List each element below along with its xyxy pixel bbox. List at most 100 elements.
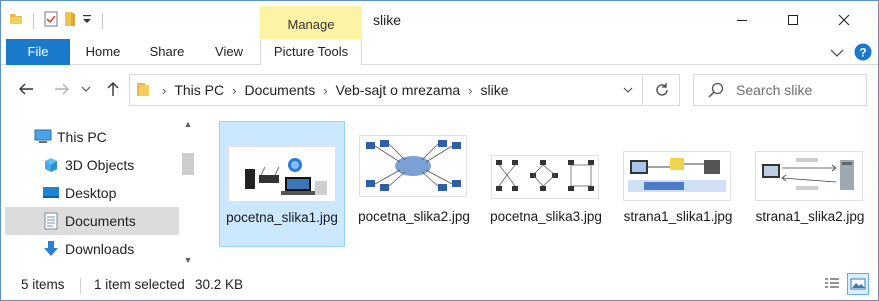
status-bar: 5 items 1 item selected 30.2 KB	[1, 271, 878, 300]
new-folder-icon[interactable]	[64, 11, 76, 30]
scroll-up-icon[interactable]: ▲	[180, 117, 196, 131]
search-icon	[708, 82, 724, 98]
up-arrow-icon	[107, 82, 119, 96]
selection-count: 1 item selected	[94, 277, 185, 292]
nav-item-documents[interactable]: Documents	[5, 207, 179, 235]
nav-scrollbar[interactable]: ▲ ▼	[180, 113, 196, 271]
tab-home[interactable]: Home	[77, 39, 129, 65]
image-thumbnail	[623, 151, 731, 201]
file-item[interactable]: pocetna_slika3.jpg	[483, 121, 609, 247]
maximize-button[interactable]	[770, 1, 816, 39]
computer-icon	[33, 128, 53, 146]
ribbon-tabs: File Home Share View Picture Tools ?	[1, 39, 878, 65]
file-name: pocetna_slika2.jpg	[358, 209, 470, 224]
file-item[interactable]: strana1_slika2.jpg	[747, 121, 873, 247]
address-bar[interactable]: › This PC › Documents › Veb-sajt o mreza…	[129, 74, 643, 106]
image-thumbnail	[491, 155, 599, 199]
breadcrumb-separator: ›	[323, 82, 328, 98]
file-item[interactable]: strana1_slika1.jpg	[615, 121, 741, 247]
breadcrumb-veb-sajt[interactable]: Veb-sajt o mrezama	[336, 82, 461, 98]
documents-icon	[41, 212, 61, 230]
forward-button[interactable]	[51, 78, 73, 100]
image-thumbnail	[228, 146, 336, 202]
refresh-icon	[655, 83, 668, 96]
chevron-down-icon	[623, 87, 633, 93]
folder-icon	[136, 81, 150, 100]
title-bar: Manage slike	[1, 1, 878, 39]
nav-item-3d-objects[interactable]: 3D Objects	[5, 151, 179, 179]
selection-size: 30.2 KB	[195, 277, 244, 292]
forward-arrow-icon	[55, 83, 69, 95]
expand-ribbon-icon[interactable]	[830, 46, 844, 61]
breadcrumb-slike[interactable]: slike	[480, 82, 508, 98]
scroll-down-icon[interactable]: ▼	[180, 253, 196, 267]
nav-item-downloads[interactable]: Downloads	[5, 235, 179, 263]
manage-context-tab[interactable]: Manage	[260, 6, 362, 39]
nav-item-this-pc[interactable]: This PC	[5, 123, 179, 151]
tab-share[interactable]: Share	[142, 39, 192, 65]
image-thumbnail	[359, 135, 467, 197]
recent-locations-button[interactable]	[79, 78, 93, 100]
ribbon-right-controls: ?	[830, 43, 872, 64]
toolbar-divider	[33, 12, 34, 29]
scrollbar-thumb[interactable]	[182, 153, 194, 175]
nav-label: 3D Objects	[65, 157, 135, 173]
nav-label: Documents	[65, 213, 136, 229]
file-name: strana1_slika1.jpg	[623, 209, 733, 224]
details-view-button[interactable]	[821, 273, 843, 295]
nav-item-desktop[interactable]: Desktop	[5, 179, 179, 207]
explorer-window: Manage slike File Home Share View Pictur…	[0, 0, 879, 301]
folder-icon	[9, 12, 23, 29]
back-arrow-icon	[19, 83, 33, 95]
close-button[interactable]	[821, 1, 867, 39]
details-view-icon	[825, 278, 839, 288]
breadcrumb-separator: ›	[162, 82, 167, 98]
breadcrumb-separator: ›	[232, 82, 237, 98]
image-thumbnail	[755, 151, 863, 201]
minimize-button[interactable]	[719, 1, 765, 39]
close-icon	[838, 14, 850, 26]
nav-label: This PC	[57, 129, 107, 145]
large-icons-view-button[interactable]	[847, 273, 869, 295]
file-list: pocetna_slika1.jpg pocetna_slika2.jpg po…	[197, 113, 878, 271]
manage-label: Manage	[287, 17, 335, 32]
search-placeholder: Search slike	[736, 82, 813, 98]
file-name: pocetna_slika3.jpg	[490, 209, 602, 224]
breadcrumb-separator: ›	[468, 82, 473, 98]
file-name: strana1_slika2.jpg	[755, 209, 865, 224]
refresh-button[interactable]	[644, 74, 680, 106]
breadcrumb-this-pc[interactable]: This PC	[174, 82, 224, 98]
large-icons-view-icon	[850, 278, 866, 290]
properties-icon[interactable]	[44, 11, 58, 30]
desktop-icon	[41, 184, 61, 202]
address-dropdown-button[interactable]	[614, 75, 642, 105]
quick-access-toolbar	[9, 11, 107, 30]
search-box[interactable]: Search slike	[693, 74, 867, 106]
back-button[interactable]	[15, 78, 37, 100]
chevron-down-icon	[81, 86, 91, 92]
up-button[interactable]	[102, 78, 124, 100]
minimize-icon	[737, 20, 747, 21]
breadcrumb: › This PC › Documents › Veb-sajt o mreza…	[130, 81, 509, 100]
item-count: 5 items	[21, 277, 65, 292]
navigation-pane: This PC 3D Objects Desktop Documents Dow…	[1, 113, 196, 271]
file-item[interactable]: pocetna_slika1.jpg	[219, 121, 345, 247]
cube-icon	[41, 156, 61, 174]
breadcrumb-documents[interactable]: Documents	[244, 82, 315, 98]
tab-view[interactable]: View	[206, 39, 252, 65]
toolbar-divider	[102, 12, 103, 29]
nav-label: Downloads	[65, 241, 135, 257]
customize-toolbar-icon[interactable]	[82, 13, 92, 28]
maximize-icon	[788, 15, 798, 25]
nav-label: Desktop	[65, 185, 117, 201]
help-icon[interactable]: ?	[854, 43, 872, 64]
tab-file[interactable]: File	[6, 39, 70, 65]
download-arrow-icon	[41, 240, 61, 258]
window-title: slike	[373, 12, 402, 28]
svg-text:?: ?	[859, 46, 866, 60]
navigation-bar: › This PC › Documents › Veb-sajt o mreza…	[1, 66, 878, 112]
file-name: pocetna_slika1.jpg	[226, 210, 338, 225]
tab-picture-tools[interactable]: Picture Tools	[260, 39, 362, 65]
status-divider	[80, 278, 81, 294]
file-item[interactable]: pocetna_slika2.jpg	[351, 121, 477, 247]
